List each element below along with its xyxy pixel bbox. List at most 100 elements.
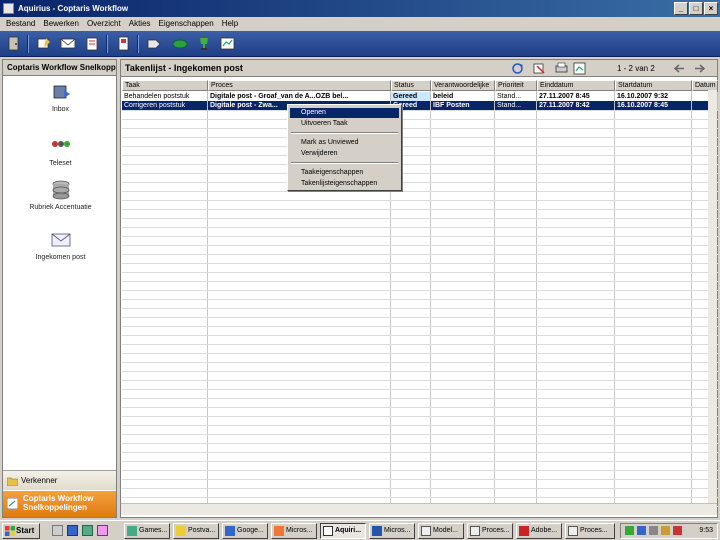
quicklaunch-media-icon[interactable] [97,525,108,536]
taskbar: Start Games... Postva... Googe... Micros… [0,520,720,540]
grid-line [122,398,718,399]
nav-verkenner[interactable]: Verkenner [3,470,116,490]
cell-verantwoordelijke: beleid [431,92,495,101]
taskbar-item-games[interactable]: Games... [124,523,170,539]
cell-einddatum: 27.11.2007 8:42 [537,101,615,110]
menu-overzicht[interactable]: Overzicht [87,17,121,31]
taskbar-item-adobe[interactable]: Adobe... [516,523,562,539]
task-table: Taak Proces Status Verantwoordelijke Pri… [122,80,718,510]
context-menu: Openen Uitvoeren Taak Mark as Unviewed V… [287,104,402,191]
taskbar-item-proces-2[interactable]: Proces... [565,523,615,539]
ctx-takenlijsteigenschappen[interactable]: Takenlijsteigenschappen [290,179,399,189]
shortcut-label: Rubriek Accentuatie [29,204,92,211]
document-icon[interactable] [84,36,100,51]
chart-icon[interactable] [220,36,236,51]
teleset-icon [51,141,70,147]
export-icon[interactable] [573,62,586,75]
column-header-prioriteit[interactable]: Prioriteit [495,80,537,91]
minimize-button[interactable]: _ [674,2,688,15]
cell-prioriteit: Stand... [495,101,537,110]
taskbar-item-model[interactable]: Model... [418,523,464,539]
menu-bewerken[interactable]: Bewerken [43,17,79,31]
door-icon[interactable] [6,36,22,51]
trophy-icon[interactable] [196,36,212,51]
grid-line [122,119,718,120]
grid-line [122,281,718,282]
tray-security-icon[interactable] [637,526,646,535]
horizontal-scrollbar[interactable] [121,503,717,515]
menu-akties[interactable]: Akties [129,17,151,31]
windows-logo-icon [5,526,15,536]
grid-line [122,227,718,228]
grid-line [122,263,718,264]
tray-alert-icon[interactable] [673,526,682,535]
shortcut-teleset[interactable]: Teleset [3,136,118,167]
flag-icon[interactable] [116,36,132,51]
column-header-status[interactable]: Status [391,80,431,91]
clock[interactable]: 9:53 [699,524,713,538]
toolbar [0,31,720,57]
grid-line [122,236,718,237]
tray-volume-icon[interactable] [649,526,658,535]
taskbar-item-micros-2[interactable]: Micros... [369,523,415,539]
table-row[interactable]: Behandelen poststuk Digitale post - Groa… [122,92,718,101]
filter-icon[interactable] [533,62,546,75]
shortcut-ingekomen-post[interactable]: Ingekomen post [3,230,118,261]
grid-line [122,479,718,480]
back-arrow-icon[interactable] [673,62,686,75]
menu-help[interactable]: Help [222,17,238,31]
grid-line [122,317,718,318]
cell-taak: Behandelen poststuk [122,92,208,101]
grid-line [122,344,718,345]
taskbar-item-postva[interactable]: Postva... [173,523,219,539]
quicklaunch-ie-icon[interactable] [67,525,78,536]
column-header-einddatum[interactable]: Einddatum [537,80,615,91]
ctx-uitvoeren-taak[interactable]: Uitvoeren Taak [290,119,399,129]
ctx-taakeigenschappen[interactable]: Taakeigenschappen [290,168,399,178]
quicklaunch-desktop-icon[interactable] [52,525,63,536]
grid-line [122,425,718,426]
column-header-startdatum[interactable]: Startdatum [615,80,692,91]
menu-bestand[interactable]: Bestand [6,17,35,31]
column-header-verantwoordelijke[interactable]: Verantwoordelijke [431,80,495,91]
taskbar-item-micros-1[interactable]: Micros... [271,523,317,539]
column-header-proces[interactable]: Proces [208,80,391,91]
close-button[interactable]: × [704,2,718,15]
shortcut-inbox[interactable]: Inbox [3,82,118,113]
tray-network-icon[interactable] [625,526,634,535]
refresh-icon[interactable] [511,62,524,75]
inbox-icon [53,85,70,99]
grid-line [122,182,718,183]
nav-snelkoppelingen[interactable]: Coptaris Workflow Snelkoppelingen [3,491,116,517]
ctx-verwijderen[interactable]: Verwijderen [290,149,399,159]
grid-line [122,155,718,156]
shortcut-rubriek[interactable]: Rubriek Accentuatie [3,180,118,211]
taskbar-item-proces-1[interactable]: Proces... [467,523,513,539]
ctx-openen[interactable]: Openen [290,108,399,118]
left-pane: Coptaris Workflow Snelkoppelingen Inbox … [2,59,117,518]
tag-icon[interactable] [146,36,162,51]
forward-arrow-icon[interactable] [693,62,706,75]
note-icon[interactable] [36,36,52,51]
taskbar-item-google[interactable]: Googe... [222,523,268,539]
ctx-mark-unviewed[interactable]: Mark as Unviewed [290,138,399,148]
maximize-button[interactable]: □ [689,2,703,15]
grid-line [122,407,718,408]
cell-status: Gereed [391,92,431,101]
taskbar-item-aquirius[interactable]: Aquiri... [320,523,366,539]
print-icon[interactable] [555,62,568,75]
shortcut-label: Ingekomen post [35,254,86,261]
vertical-scrollbar[interactable] [708,90,717,503]
quicklaunch-app-icon[interactable] [82,525,93,536]
start-button[interactable]: Start [2,523,40,539]
grid-line [122,452,718,453]
menu-eigenschappen[interactable]: Eigenschappen [159,17,214,31]
leaf-icon[interactable] [172,36,188,51]
tray-update-icon[interactable] [661,526,670,535]
column-header-taak[interactable]: Taak [122,80,208,91]
table-row-selected[interactable]: Corrigeren poststuk Digitale post - Zwa.… [122,101,718,110]
paging-indicator: 1 - 2 van 2 [617,64,655,73]
grid-line [122,470,718,471]
envelope-icon[interactable] [60,36,76,51]
grid-line [122,416,718,417]
